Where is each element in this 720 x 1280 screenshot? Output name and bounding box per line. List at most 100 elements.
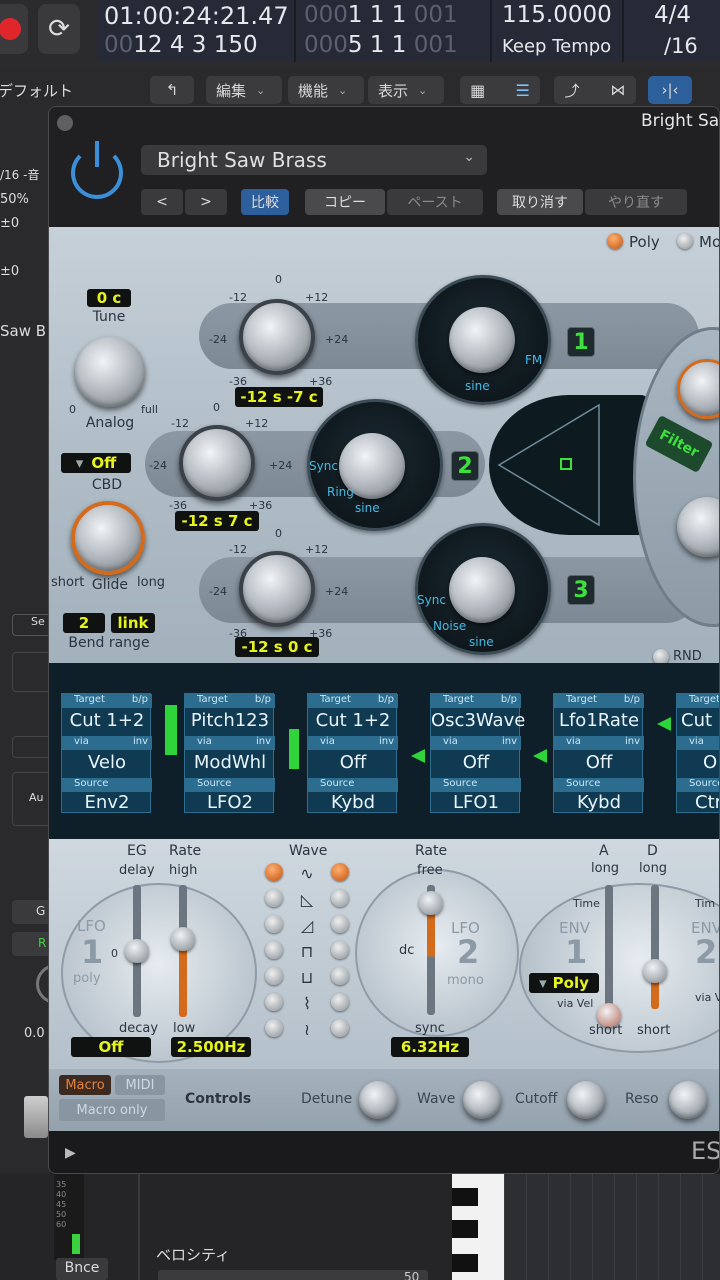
lfo1-rate-slider-cap[interactable]: [171, 927, 195, 951]
cbd-display[interactable]: ▾ Off: [61, 453, 131, 473]
inspector-percent[interactable]: 50%: [0, 192, 29, 207]
env-decay-slider-cap[interactable]: [643, 959, 667, 983]
tempo-mode[interactable]: Keep Tempo: [502, 36, 611, 57]
bounce-button[interactable]: Bnce: [56, 1258, 108, 1280]
slot-via-value[interactable]: Off: [308, 752, 398, 776]
detune-knob[interactable]: [359, 1081, 397, 1119]
osc2-number[interactable]: 2: [451, 451, 479, 481]
lfo1-wave-led-1[interactable]: [265, 863, 283, 881]
slot-4-intensity[interactable]: [533, 749, 547, 763]
play-icon[interactable]: ▶: [65, 1145, 76, 1161]
up-level-button[interactable]: ↰: [150, 76, 194, 104]
grid-icon[interactable]: ▦: [470, 81, 485, 100]
inspector-quantize[interactable]: /16 -音: [0, 166, 39, 183]
lfo1-wave-led-6[interactable]: [265, 993, 283, 1011]
velocity-slider[interactable]: [158, 1270, 428, 1280]
slot-5-intensity[interactable]: [657, 717, 671, 731]
lfo2-rate-display[interactable]: 6.32Hz: [391, 1037, 469, 1057]
inspector-group-button[interactable]: G: [12, 900, 52, 924]
router-slot-2[interactable]: Target b/p Pitch123 via inv ModWhl Source …: [184, 693, 275, 816]
macro-tab[interactable]: Macro: [59, 1075, 111, 1095]
slot-source-value[interactable]: LFO1: [431, 792, 521, 816]
slot-2-intensity[interactable]: [289, 729, 299, 769]
inspector-value-1[interactable]: ±0: [0, 216, 19, 231]
inspector-eq-slot[interactable]: [12, 652, 52, 692]
slot-via-value[interactable]: Off: [554, 752, 644, 776]
bowtie-icon[interactable]: ⋈: [610, 81, 625, 99]
router-slot-4[interactable]: Target b/p Osc3Wave via inv Off Source LFO…: [430, 693, 525, 816]
midi-tab[interactable]: MIDI: [115, 1075, 165, 1095]
reso-knob[interactable]: [669, 1081, 707, 1119]
preset-selector[interactable]: Bright Saw Brass ⌄: [141, 145, 487, 175]
poly-led[interactable]: [607, 233, 623, 249]
router-slot-5[interactable]: Target b/p Lfo1Rate via inv Off Source Kyb…: [553, 693, 644, 816]
macro-only-toggle[interactable]: Macro only: [59, 1099, 165, 1121]
osc3-frequency-knob[interactable]: [239, 551, 315, 627]
cutoff-knob[interactable]: [567, 1081, 605, 1119]
compare-button[interactable]: 比較: [241, 189, 289, 215]
slot-source-value[interactable]: Env2: [62, 792, 152, 816]
paste-button[interactable]: ペースト: [387, 189, 483, 215]
preset-prev-button[interactable]: <: [141, 189, 183, 215]
osc3-number[interactable]: 3: [567, 575, 595, 605]
glide-knob[interactable]: [71, 501, 145, 575]
inspector-track-name[interactable]: Saw B: [0, 322, 46, 340]
slot-source-value[interactable]: Ctr: [677, 792, 719, 812]
catch-button[interactable]: ›|‹: [648, 76, 692, 104]
osc2-frequency-knob[interactable]: [179, 425, 255, 501]
lfo2-wave-led-1[interactable]: [331, 863, 349, 881]
lfo1-eg-slider-cap[interactable]: [125, 939, 149, 963]
slot-1-intensity[interactable]: [165, 705, 177, 755]
osc1-number[interactable]: 1: [567, 327, 595, 357]
lfo1-rate-slider[interactable]: [179, 885, 187, 1017]
slot-target-value[interactable]: Cut 1+2: [62, 710, 152, 734]
wave-knob[interactable]: [463, 1081, 501, 1119]
lfo2-wave-led-7[interactable]: [331, 1019, 349, 1037]
lcd-display[interactable]: 01:00:24:21.47 0012 4 3 150 0001 1 1 001…: [98, 0, 720, 62]
slot-target-value[interactable]: Osc3Wave: [431, 710, 525, 734]
slot-via-value[interactable]: O: [677, 752, 719, 776]
slot-via-value[interactable]: Velo: [62, 752, 152, 776]
slot-target-value[interactable]: Cut 1+2: [308, 710, 398, 734]
list-icon[interactable]: ☰: [516, 81, 530, 100]
black-key[interactable]: [452, 1220, 478, 1238]
curve-icon[interactable]: ⤴: [564, 80, 579, 101]
slot-source-value[interactable]: LFO2: [185, 792, 275, 816]
router-slot-6[interactable]: Target Cut via O Source Ctr: [676, 693, 719, 813]
inspector-audio-slot[interactable]: Au: [12, 772, 52, 826]
record-button[interactable]: [0, 4, 28, 54]
cycle-button[interactable]: ⟳: [38, 4, 80, 54]
slot-source-value[interactable]: Kybd: [554, 792, 644, 816]
inspector-read-button[interactable]: R: [12, 932, 52, 956]
analog-knob[interactable]: [75, 337, 145, 407]
black-key[interactable]: [452, 1254, 478, 1272]
slot-target-value[interactable]: Lfo1Rate: [554, 710, 644, 734]
bend-range-display[interactable]: 2: [63, 613, 105, 633]
window-close-button[interactable]: [57, 115, 73, 131]
preset-next-button[interactable]: >: [185, 189, 227, 215]
copy-button[interactable]: コピー: [305, 189, 385, 215]
osc2-tune-display[interactable]: -12 s 7 c: [175, 511, 259, 531]
undo-button[interactable]: 取り消す: [497, 189, 583, 215]
functions-menu[interactable]: 機能 ⌄: [288, 76, 364, 104]
inspector-value-2[interactable]: ±0: [0, 264, 19, 279]
edit-menu[interactable]: 編集 ⌄: [206, 76, 282, 104]
osc1-wave-knob[interactable]: [449, 307, 515, 373]
redo-button[interactable]: やり直す: [585, 189, 687, 215]
lfo1-wave-led-7[interactable]: [265, 1019, 283, 1037]
lfo1-eg-display[interactable]: Off: [71, 1037, 151, 1057]
division[interactable]: /16: [664, 34, 698, 58]
lfo1-rate-display[interactable]: 2.500Hz: [171, 1037, 251, 1057]
lfo2-wave-led-3[interactable]: [331, 915, 349, 933]
automation-toggle[interactable]: ⤴ ⋈: [554, 76, 636, 104]
slot-3-intensity[interactable]: [411, 749, 425, 763]
slot-target-value[interactable]: Pitch123: [185, 710, 275, 734]
env1-mode-display[interactable]: ▾ Poly: [529, 973, 599, 993]
layout-toggle[interactable]: ▦ ☰: [460, 76, 540, 104]
osc1-tune-display[interactable]: -12 s -7 c: [235, 387, 323, 407]
view-menu[interactable]: 表示 ⌄: [368, 76, 444, 104]
slot-source-value[interactable]: Kybd: [308, 792, 398, 816]
inspector-slot-button[interactable]: Se: [12, 614, 52, 636]
osc3-wave-knob[interactable]: [449, 557, 515, 623]
tune-display[interactable]: 0 c: [87, 289, 131, 307]
